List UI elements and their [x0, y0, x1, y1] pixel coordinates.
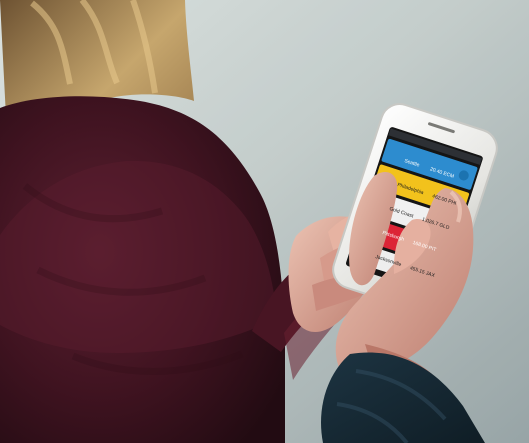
photo-scene: Seattle 20.40 ECM Philadelphia 462.00 PH… [0, 0, 529, 443]
photo-illustration [0, 0, 529, 443]
